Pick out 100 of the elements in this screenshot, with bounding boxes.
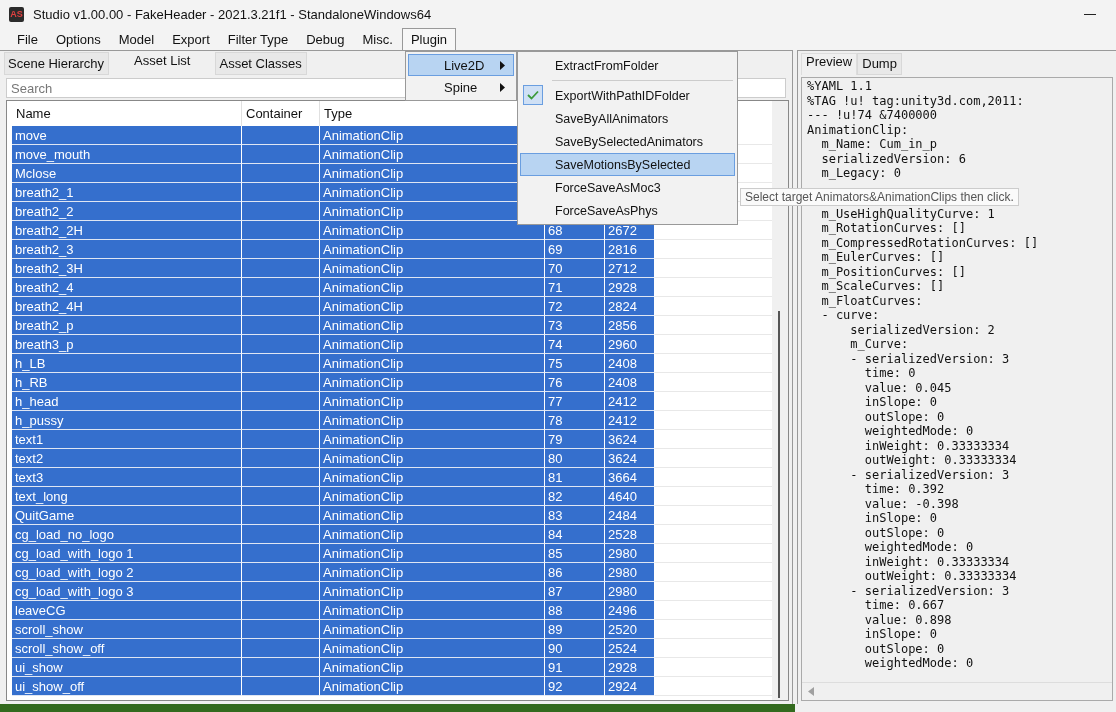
code-line: m_ScaleCurves: [] — [820, 279, 946, 294]
column-header[interactable]: Name — [16, 106, 51, 121]
code-line: weightedMode: 0 — [863, 540, 975, 555]
table-cell: 91 — [545, 658, 605, 677]
menu-item[interactable]: Export — [163, 28, 219, 50]
table-cell: 3664 — [605, 468, 655, 487]
table-cell[interactable]: breath2_2H — [12, 221, 242, 240]
tab[interactable]: Asset Classes — [215, 52, 307, 75]
table-cell: 72 — [545, 297, 605, 316]
table-cell: 2928 — [605, 658, 655, 677]
code-line: time: 0.392 — [863, 482, 946, 497]
menu-item[interactable]: Options — [46, 28, 110, 50]
table-cell[interactable]: breath2_p — [12, 316, 242, 335]
code-line: - serializedVersion: 3 — [849, 467, 1011, 482]
code-line: value: -0.398 — [863, 496, 960, 511]
checkmark-icon — [523, 85, 543, 105]
table-cell[interactable]: ui_show — [12, 658, 242, 677]
menu-item[interactable]: Live2D — [408, 54, 514, 76]
table-cell: AnimationClip — [320, 373, 545, 392]
menu-item[interactable]: Spine — [408, 76, 514, 98]
table-cell[interactable]: cg_load_with_logo 3 — [12, 582, 242, 601]
table-cell[interactable]: breath2_1 — [12, 183, 242, 202]
table-cell: 73 — [545, 316, 605, 335]
table-cell: 2496 — [605, 601, 655, 620]
table-cell[interactable]: h_LB — [12, 354, 242, 373]
table-cell: 2524 — [605, 639, 655, 658]
table-cell[interactable]: breath3_p — [12, 335, 242, 354]
table-cell: 2824 — [605, 297, 655, 316]
table-cell: 88 — [545, 601, 605, 620]
table-cell: AnimationClip — [320, 639, 545, 658]
table-cell[interactable]: move_mouth — [12, 145, 242, 164]
table-cell[interactable]: scroll_show_off — [12, 639, 242, 658]
menu-item[interactable]: SaveMotionsBySelected — [520, 153, 735, 176]
table-cell[interactable]: text_long — [12, 487, 242, 506]
code-line: outWeight: 0.33333334 — [863, 453, 1018, 468]
menu-item[interactable]: Plugin — [401, 28, 456, 50]
table-cell: 81 — [545, 468, 605, 487]
code-line: inSlope: 0 — [863, 395, 939, 410]
table-cell[interactable]: breath2_4H — [12, 297, 242, 316]
table-cell[interactable]: leaveCG — [12, 601, 242, 620]
table-cell: 71 — [545, 278, 605, 297]
table-cell[interactable]: cg_load_no_logo — [12, 525, 242, 544]
table-cell: AnimationClip — [320, 392, 545, 411]
table-cell[interactable]: h_pussy — [12, 411, 242, 430]
table-cell: 77 — [545, 392, 605, 411]
table-cell[interactable]: ui_show_off — [12, 677, 242, 696]
code-line: serializedVersion: 6 — [820, 151, 967, 166]
table-cell: AnimationClip — [320, 240, 545, 259]
table-cell[interactable]: Mclose — [12, 164, 242, 183]
menu-item[interactable]: Model — [109, 28, 164, 50]
table-cell: AnimationClip — [320, 658, 545, 677]
table-cell: 2484 — [605, 506, 655, 525]
menu-item[interactable]: Debug — [297, 28, 354, 50]
column-header[interactable]: Type — [324, 106, 353, 121]
table-cell[interactable]: text1 — [12, 430, 242, 449]
menu-item[interactable]: File — [8, 28, 47, 50]
table-cell: AnimationClip — [320, 278, 545, 297]
table-cell: 2408 — [605, 354, 655, 373]
table-cell[interactable]: scroll_show — [12, 620, 242, 639]
code-line: m_CompressedRotationCurves: [] — [820, 235, 1040, 250]
tab[interactable]: Preview — [801, 53, 858, 75]
table-cell[interactable]: move — [12, 126, 242, 145]
table-cell: 2412 — [605, 392, 655, 411]
column-header[interactable]: Container — [246, 106, 303, 121]
table-cell: 2412 — [605, 411, 655, 430]
table-cell: 83 — [545, 506, 605, 525]
table-cell: AnimationClip — [320, 506, 545, 525]
table-cell[interactable]: breath2_3 — [12, 240, 242, 259]
table-cell: AnimationClip — [320, 487, 545, 506]
table-cell: 80 — [545, 449, 605, 468]
code-line: value: 0.898 — [863, 612, 953, 627]
table-cell[interactable]: h_head — [12, 392, 242, 411]
code-line: m_Legacy: 0 — [820, 166, 902, 181]
app-logo: AS — [9, 6, 24, 22]
menu-item[interactable]: Misc. — [353, 28, 402, 50]
table-cell[interactable]: h_RB — [12, 373, 242, 392]
table-cell[interactable]: cg_load_with_logo 2 — [12, 563, 242, 582]
menu-item[interactable]: ExtractFromFolder — [520, 54, 735, 77]
table-cell: 2924 — [605, 677, 655, 696]
code-line: outSlope: 0 — [863, 525, 946, 540]
table-cell[interactable]: text3 — [12, 468, 242, 487]
tab[interactable]: Scene Hierarchy — [4, 52, 110, 75]
code-line: weightedMode: 0 — [863, 424, 975, 439]
table-cell[interactable]: breath2_4 — [12, 278, 242, 297]
code-line: outWeight: 0.33333334 — [863, 569, 1018, 584]
code-line: inWeight: 0.33333334 — [863, 554, 1011, 569]
submenu-arrow-icon — [500, 82, 505, 92]
code-line: time: 0.667 — [863, 598, 946, 613]
code-line: - serializedVersion: 3 — [849, 583, 1011, 598]
table-cell[interactable]: breath2_2 — [12, 202, 242, 221]
code-line: m_UseHighQualityCurve: 1 — [820, 206, 996, 221]
table-cell: 89 — [545, 620, 605, 639]
menu-item[interactable]: Filter Type — [218, 28, 298, 50]
tab[interactable]: Dump — [857, 53, 902, 75]
table-cell[interactable]: cg_load_with_logo 1 — [12, 544, 242, 563]
table-cell[interactable]: QuitGame — [12, 506, 242, 525]
code-line: m_PositionCurves: [] — [820, 264, 967, 279]
table-cell[interactable]: breath2_3H — [12, 259, 242, 278]
table-cell[interactable]: text2 — [12, 449, 242, 468]
table-cell: 76 — [545, 373, 605, 392]
